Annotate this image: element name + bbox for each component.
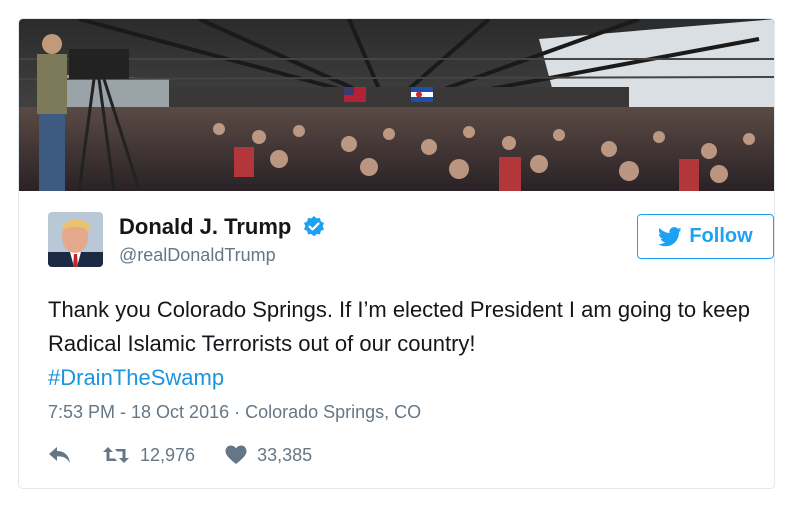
user-handle[interactable]: @realDonaldTrump: [119, 244, 326, 266]
retweet-button[interactable]: 12,976: [102, 445, 195, 466]
like-count: 33,385: [257, 444, 313, 465]
follow-button[interactable]: Follow: [637, 214, 774, 259]
rally-photo[interactable]: [19, 19, 774, 191]
reply-icon: [49, 447, 70, 463]
tweet-actions: 12,976 33,385: [48, 441, 312, 469]
hashtag-link[interactable]: #DrainTheSwamp: [48, 361, 758, 395]
tweet-text: Thank you Colorado Springs. If I’m elect…: [48, 293, 758, 395]
follow-label: Follow: [689, 225, 753, 247]
tweet-card: Donald J. Trump @realDonaldTrump Follow …: [18, 18, 775, 489]
verified-badge-icon: [302, 215, 326, 239]
reply-button[interactable]: [48, 445, 72, 465]
twitter-bird-icon: [658, 226, 682, 246]
tweet-header: Donald J. Trump @realDonaldTrump Follow: [48, 212, 774, 272]
retweet-icon: [103, 447, 129, 463]
like-button[interactable]: 33,385: [225, 445, 312, 466]
heart-icon: [225, 445, 247, 464]
retweet-count: 12,976: [140, 444, 196, 465]
user-names: Donald J. Trump @realDonaldTrump: [119, 214, 326, 266]
tweet-timestamp-location[interactable]: 7:53 PM - 18 Oct 2016 · Colorado Springs…: [48, 400, 421, 424]
display-name[interactable]: Donald J. Trump: [119, 214, 291, 240]
avatar[interactable]: [48, 212, 103, 267]
tweet-body: Thank you Colorado Springs. If I’m elect…: [48, 297, 750, 356]
